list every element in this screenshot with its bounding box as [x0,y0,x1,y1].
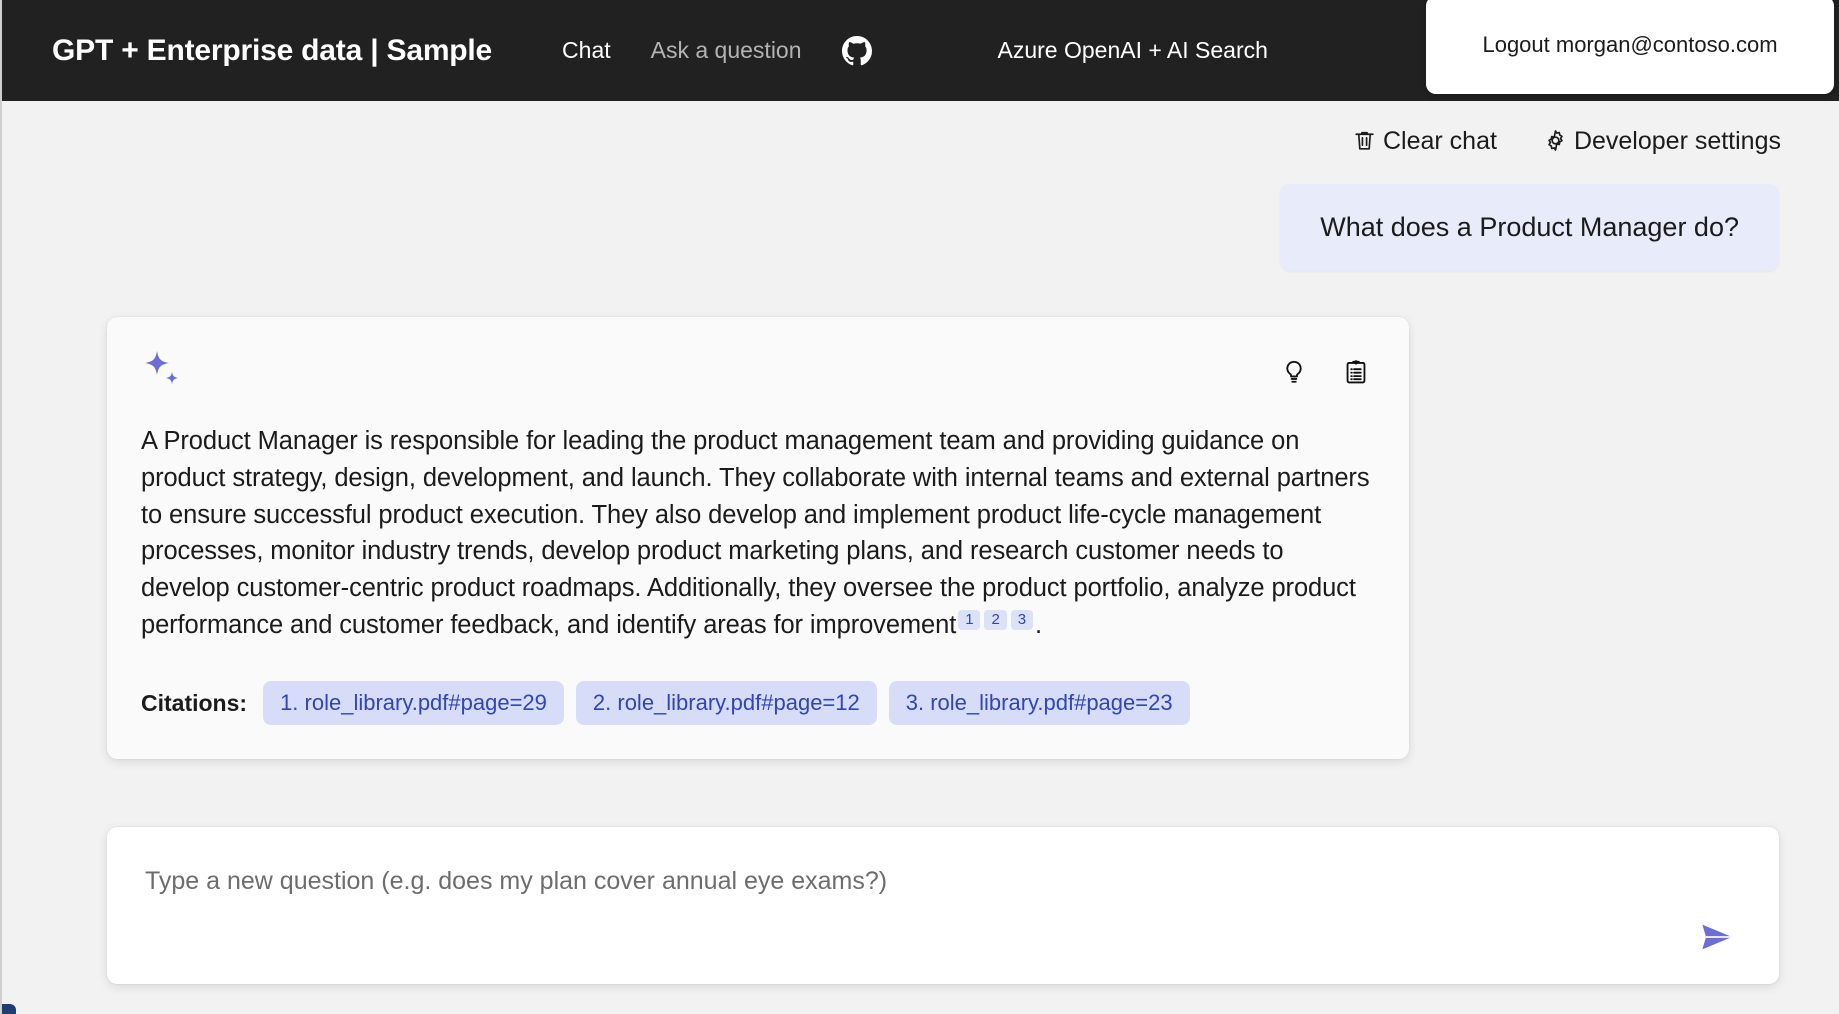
citation-superscript-2[interactable]: 2 [984,609,1007,631]
answer-card-header [141,347,1371,399]
clear-chat-button[interactable]: Clear chat [1350,123,1499,160]
chat-thread: What does a Product Manager do? A Produc… [2,160,1839,797]
app-root: GPT + Enterprise data | Sample Chat Ask … [0,0,1839,1014]
question-input[interactable] [107,827,1779,896]
nav-item-chat[interactable]: Chat [560,33,613,68]
thought-process-button[interactable] [1279,357,1309,389]
clipboard-icon [1343,357,1369,390]
answer-body: A Product Manager is responsible for lea… [141,423,1371,643]
sparkle-icon [141,347,189,395]
lightbulb-icon [1281,357,1307,390]
developer-settings-label: Developer settings [1573,127,1781,155]
app-header: GPT + Enterprise data | Sample Chat Ask … [2,0,1839,101]
send-question-button[interactable] [1691,914,1743,962]
citations-label: Citations: [141,689,248,716]
citation-chip-1[interactable]: 1. role_library.pdf#page=29 [263,681,564,726]
supporting-content-button[interactable] [1341,357,1371,389]
citation-chip-2[interactable]: 2. role_library.pdf#page=12 [575,681,877,726]
citation-chip-3[interactable]: 3. role_library.pdf#page=23 [888,681,1190,726]
user-message-bubble: What does a Product Manager do? [1280,184,1779,272]
citations-row: Citations: 1. role_library.pdf#page=29 2… [141,681,1371,726]
user-message-row: What does a Product Manager do? [107,184,1779,272]
gear-icon [1543,128,1568,156]
citation-superscript-3[interactable]: 3 [1010,609,1033,631]
corner-indicator [2,1004,16,1014]
answer-text: A Product Manager is responsible for lea… [141,427,1370,639]
question-input-container [107,827,1779,984]
answer-actions [1279,347,1371,389]
brand-label: Azure OpenAI + AI Search [997,37,1268,63]
trash-icon [1352,128,1377,156]
answer-card: A Product Manager is responsible for lea… [107,317,1409,760]
logout-label: Logout morgan@contoso.com [1482,32,1778,57]
answer-text-tail: . [1034,610,1042,639]
app-title: GPT + Enterprise data | Sample [52,33,493,67]
logout-button[interactable]: Logout morgan@contoso.com [1426,0,1834,94]
citation-superscript-1[interactable]: 1 [958,609,981,631]
github-icon[interactable] [840,34,874,68]
main-content: Clear chat Developer settings What does … [2,101,1839,1014]
clear-chat-label: Clear chat [1382,127,1497,155]
primary-nav: Chat Ask a question [560,33,873,68]
command-bar: Clear chat Developer settings [2,101,1839,160]
send-icon [1695,917,1739,960]
developer-settings-button[interactable]: Developer settings [1541,123,1783,160]
nav-item-ask-a-question[interactable]: Ask a question [649,33,804,68]
user-message-text: What does a Product Manager do? [1320,212,1739,242]
